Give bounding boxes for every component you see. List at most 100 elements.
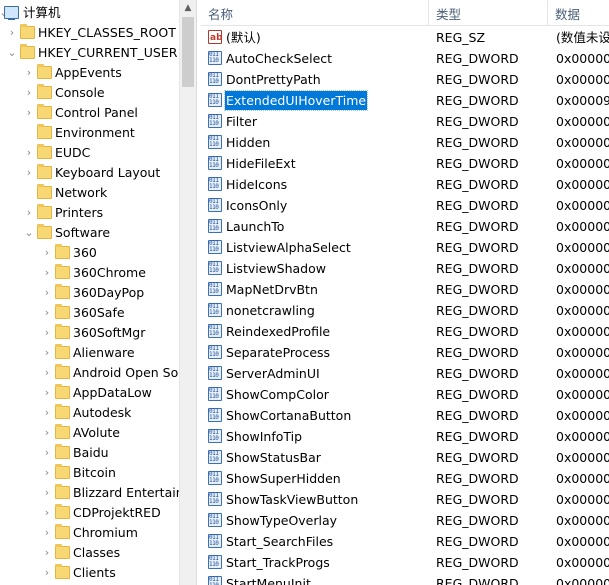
- tree-item-label: Blizzard Entertainn: [73, 485, 180, 500]
- value-type: REG_DWORD: [436, 282, 519, 297]
- tree-root-computer[interactable]: ⌄ 计算机: [0, 3, 180, 23]
- tree-item[interactable]: › EUDC: [0, 143, 180, 163]
- value-row[interactable]: Start_TrackProgs REG_DWORD 0x000000: [201, 552, 609, 573]
- tree-item[interactable]: › 360SoftMgr: [0, 323, 180, 343]
- chevron-right-icon[interactable]: ›: [41, 443, 53, 463]
- tree-item[interactable]: › Android Open Sou: [0, 363, 180, 383]
- chevron-right-icon[interactable]: ›: [41, 263, 53, 283]
- tree-item[interactable]: Environment: [0, 123, 180, 143]
- chevron-right-icon[interactable]: ›: [41, 243, 53, 263]
- chevron-right-icon[interactable]: ›: [23, 143, 35, 163]
- tree-item[interactable]: › Clients: [0, 563, 180, 583]
- chevron-right-icon[interactable]: ›: [41, 363, 53, 383]
- value-row[interactable]: (默认) REG_SZ (数值未设: [201, 27, 609, 49]
- binary-value-icon: [208, 198, 222, 212]
- value-row[interactable]: ShowStatusBar REG_DWORD 0x000000: [201, 447, 609, 468]
- chevron-right-icon[interactable]: ›: [23, 103, 35, 123]
- value-row[interactable]: ExtendedUIHoverTime REG_DWORD 0x000090: [201, 90, 609, 111]
- chevron-right-icon[interactable]: ›: [23, 163, 35, 183]
- chevron-right-icon[interactable]: ›: [41, 563, 53, 583]
- value-data: 0x000000: [556, 366, 609, 381]
- value-row[interactable]: ReindexedProfile REG_DWORD 0x000000: [201, 321, 609, 342]
- tree-scrollbar[interactable]: ▲: [179, 0, 196, 585]
- chevron-right-icon[interactable]: ›: [41, 403, 53, 423]
- tree-item[interactable]: › AppDataLow: [0, 383, 180, 403]
- tree-item[interactable]: › AVolute: [0, 423, 180, 443]
- folder-icon: [55, 264, 70, 279]
- tree-item[interactable]: › Baidu: [0, 443, 180, 463]
- value-row[interactable]: ShowInfoTip REG_DWORD 0x000000: [201, 426, 609, 447]
- chevron-right-icon[interactable]: ›: [41, 383, 53, 403]
- tree-item[interactable]: › 360: [0, 243, 180, 263]
- tree-item-label: HKEY_CURRENT_USER: [38, 45, 178, 60]
- tree-item[interactable]: › Control Panel: [0, 103, 180, 123]
- chevron-right-icon[interactable]: ›: [41, 303, 53, 323]
- tree-item[interactable]: ⌄ HKEY_CURRENT_USER: [0, 43, 180, 63]
- tree-item[interactable]: › CDProjektRED: [0, 503, 180, 523]
- chevron-down-icon[interactable]: ⌄: [6, 43, 18, 63]
- tree-item[interactable]: › HKEY_CLASSES_ROOT: [0, 23, 180, 43]
- value-row[interactable]: SeparateProcess REG_DWORD 0x000000: [201, 342, 609, 363]
- value-row[interactable]: ListviewAlphaSelect REG_DWORD 0x000000: [201, 237, 609, 258]
- tree-item[interactable]: › Keyboard Layout: [0, 163, 180, 183]
- chevron-right-icon[interactable]: ›: [41, 283, 53, 303]
- column-header-data[interactable]: 数据: [548, 0, 609, 26]
- tree-item[interactable]: › 360Chrome: [0, 263, 180, 283]
- value-type: REG_SZ: [436, 30, 486, 45]
- tree-item[interactable]: › Bitcoin: [0, 463, 180, 483]
- tree-item[interactable]: › Console: [0, 83, 180, 103]
- value-type: REG_DWORD: [436, 576, 519, 585]
- tree-item-label: Classes: [73, 545, 121, 560]
- tree-item[interactable]: › Alienware: [0, 343, 180, 363]
- tree-item[interactable]: › 360Safe: [0, 303, 180, 323]
- value-row[interactable]: ShowCortanaButton REG_DWORD 0x000000: [201, 405, 609, 426]
- chevron-right-icon[interactable]: ›: [41, 523, 53, 543]
- value-name: ServerAdminUI: [226, 366, 320, 381]
- value-data: 0x000000: [556, 114, 609, 129]
- value-row[interactable]: HideFileExt REG_DWORD 0x000000: [201, 153, 609, 174]
- chevron-right-icon[interactable]: ›: [23, 203, 35, 223]
- value-row[interactable]: LaunchTo REG_DWORD 0x000000: [201, 216, 609, 237]
- tree-item[interactable]: › Blizzard Entertainn: [0, 483, 180, 503]
- chevron-right-icon[interactable]: ›: [41, 463, 53, 483]
- value-row[interactable]: Hidden REG_DWORD 0x000000: [201, 132, 609, 153]
- chevron-right-icon[interactable]: ›: [41, 343, 53, 363]
- value-row[interactable]: StartMenuInit REG_DWORD 0x000000: [201, 573, 609, 585]
- tree-item[interactable]: ⌄ Software: [0, 223, 180, 243]
- tree-item[interactable]: › Chromium: [0, 523, 180, 543]
- tree-item[interactable]: › Printers: [0, 203, 180, 223]
- value-row[interactable]: ShowCompColor REG_DWORD 0x000000: [201, 384, 609, 405]
- chevron-right-icon[interactable]: ›: [41, 503, 53, 523]
- chevron-right-icon[interactable]: ›: [41, 483, 53, 503]
- column-header-name[interactable]: 名称: [201, 0, 429, 26]
- chevron-right-icon[interactable]: ›: [41, 543, 53, 563]
- tree-item[interactable]: › 360DayPop: [0, 283, 180, 303]
- value-row[interactable]: Start_SearchFiles REG_DWORD 0x000000: [201, 531, 609, 552]
- tree-item[interactable]: › Classes: [0, 543, 180, 563]
- value-row[interactable]: IconsOnly REG_DWORD 0x000000: [201, 195, 609, 216]
- value-row[interactable]: ShowTypeOverlay REG_DWORD 0x000000: [201, 510, 609, 531]
- scroll-thumb[interactable]: [182, 17, 194, 87]
- chevron-down-icon[interactable]: ⌄: [23, 223, 35, 243]
- chevron-right-icon[interactable]: ›: [41, 323, 53, 343]
- chevron-right-icon[interactable]: ›: [6, 23, 18, 43]
- chevron-right-icon[interactable]: ›: [41, 423, 53, 443]
- value-row[interactable]: ListviewShadow REG_DWORD 0x000000: [201, 258, 609, 279]
- chevron-right-icon[interactable]: ›: [23, 83, 35, 103]
- tree-item[interactable]: Network: [0, 183, 180, 203]
- tree-item[interactable]: › Autodesk: [0, 403, 180, 423]
- value-row[interactable]: ServerAdminUI REG_DWORD 0x000000: [201, 363, 609, 384]
- value-row[interactable]: Filter REG_DWORD 0x000000: [201, 111, 609, 132]
- value-row[interactable]: nonetcrawling REG_DWORD 0x000000: [201, 300, 609, 321]
- value-row[interactable]: MapNetDrvBtn REG_DWORD 0x000000: [201, 279, 609, 300]
- chevron-right-icon[interactable]: ›: [23, 63, 35, 83]
- value-type: REG_DWORD: [436, 387, 519, 402]
- value-row[interactable]: HideIcons REG_DWORD 0x000000: [201, 174, 609, 195]
- column-header-type[interactable]: 类型: [429, 0, 548, 26]
- value-row[interactable]: ShowTaskViewButton REG_DWORD 0x000000: [201, 489, 609, 510]
- value-row[interactable]: DontPrettyPath REG_DWORD 0x000000: [201, 69, 609, 90]
- value-row[interactable]: AutoCheckSelect REG_DWORD 0x000000: [201, 48, 609, 69]
- tree-item[interactable]: › AppEvents: [0, 63, 180, 83]
- value-row[interactable]: ShowSuperHidden REG_DWORD 0x000000: [201, 468, 609, 489]
- scroll-up-arrow-icon[interactable]: ▲: [180, 0, 196, 17]
